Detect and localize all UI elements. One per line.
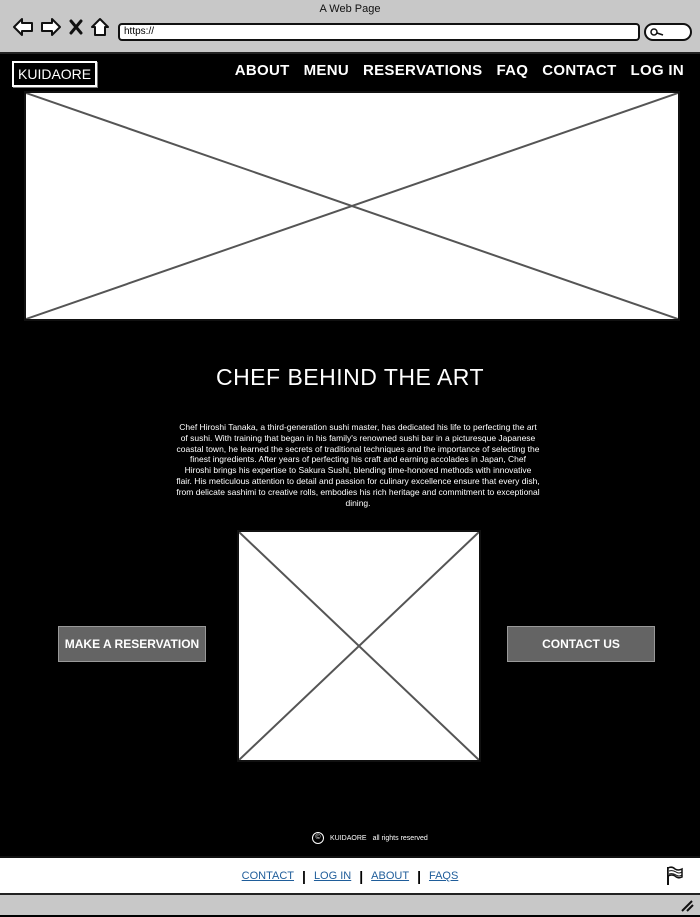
flag-icon[interactable] — [666, 866, 684, 891]
copyright-notice: © KUIDAORE all rights reserved — [312, 832, 428, 844]
nav-about[interactable]: ABOUT — [235, 62, 290, 79]
contact-us-button[interactable]: CONTACT US — [507, 626, 655, 662]
main-nav: ABOUT MENU RESERVATIONS FAQ CONTACT LOG … — [235, 62, 684, 79]
footer-link-contact[interactable]: CONTACT — [242, 870, 294, 882]
status-bar — [0, 893, 700, 915]
footer-link-log-in[interactable]: LOG IN — [314, 870, 351, 882]
chef-image-placeholder — [237, 530, 481, 762]
resize-grip-icon[interactable] — [680, 899, 694, 917]
close-icon[interactable] — [68, 17, 84, 37]
copyright-text: all rights reserved — [372, 834, 428, 842]
footer-link-faqs[interactable]: FAQS — [429, 870, 458, 882]
forward-arrow-icon[interactable] — [40, 17, 62, 37]
nav-log-in[interactable]: LOG IN — [631, 62, 684, 79]
footer-separator: | — [302, 868, 306, 884]
nav-menu[interactable]: MENU — [304, 62, 349, 79]
browser-nav-icons — [12, 17, 110, 37]
site-logo[interactable]: KUIDAORE — [12, 61, 98, 87]
nav-faq[interactable]: FAQ — [496, 62, 528, 79]
address-bar[interactable]: https:// — [118, 23, 640, 41]
copyright-icon: © — [312, 832, 324, 844]
site-header: KUIDAORE ABOUT MENU RESERVATIONS FAQ CON… — [0, 56, 700, 88]
browser-chrome: A Web Page https:// — [0, 0, 700, 54]
hero-image-placeholder — [24, 91, 680, 321]
section-title: CHEF BEHIND THE ART — [215, 364, 485, 390]
make-reservation-button[interactable]: MAKE A RESERVATION — [58, 626, 206, 662]
window-title: A Web Page — [319, 3, 381, 15]
footer-links: CONTACT | LOG IN | ABOUT | FAQS — [0, 868, 700, 884]
copyright-brand: KUIDAORE — [330, 834, 367, 842]
site-footer: CONTACT | LOG IN | ABOUT | FAQS — [0, 856, 700, 893]
footer-separator: | — [359, 868, 364, 884]
back-arrow-icon[interactable] — [12, 17, 34, 37]
nav-reservations[interactable]: RESERVATIONS — [363, 62, 482, 79]
browser-search[interactable] — [644, 23, 692, 41]
home-icon[interactable] — [90, 17, 110, 37]
footer-link-about[interactable]: ABOUT — [371, 870, 409, 882]
chef-bio: Chef Hiroshi Tanaka, a third-generation … — [176, 422, 540, 508]
nav-contact[interactable]: CONTACT — [542, 62, 616, 79]
footer-separator: | — [417, 868, 421, 884]
